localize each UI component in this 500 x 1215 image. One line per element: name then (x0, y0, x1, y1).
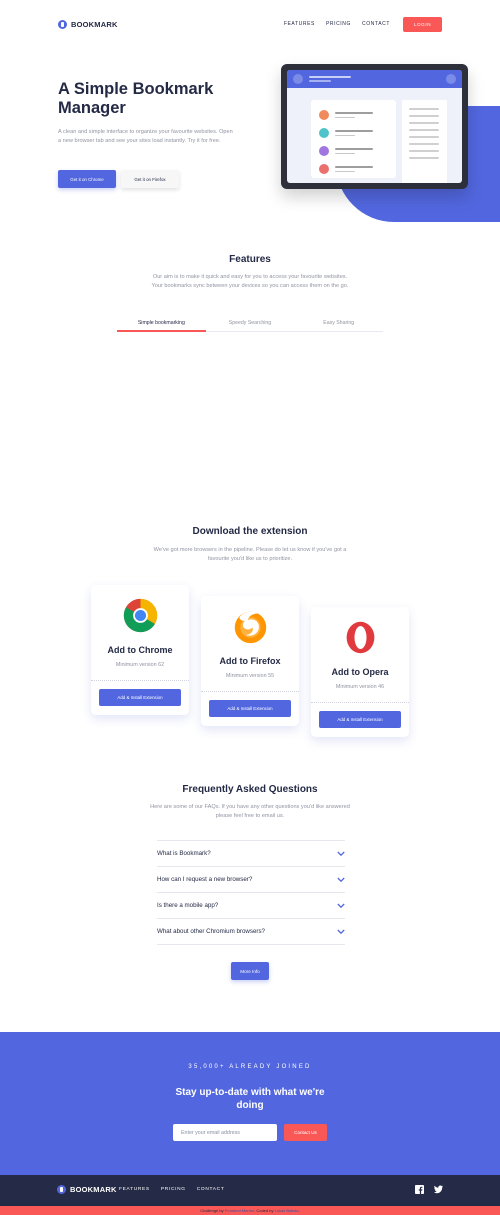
bookmark-row (319, 110, 373, 120)
email-input[interactable] (173, 1124, 277, 1141)
chevron-down-icon[interactable] (337, 929, 345, 935)
newsletter-title: Stay up-to-date with what we're doing (175, 1087, 325, 1111)
nav-pricing[interactable]: PRICING (326, 21, 351, 27)
install-firefox-button[interactable]: Add & Install Extension (209, 700, 291, 717)
tab-easy-sharing[interactable]: Easy Sharing (294, 316, 383, 331)
chevron-down-icon[interactable] (337, 851, 345, 857)
dotted-divider (201, 691, 299, 692)
attribution-middle: . Coded by (254, 1208, 274, 1213)
screen-bar-line (309, 76, 351, 78)
login-button[interactable]: LOGIN (403, 16, 442, 32)
features-tabs: Simple bookmarking Speedy Searching Easy… (117, 316, 383, 332)
sidebar-card (402, 100, 447, 183)
card-title: Add to Chrome (107, 645, 173, 655)
nav-features[interactable]: FEATURES (284, 21, 315, 27)
install-opera-button[interactable]: Add & Install Extension (319, 711, 401, 728)
dotted-divider (311, 702, 409, 703)
dotted-divider (91, 680, 189, 681)
site-footer: BOOKMARK FEATURES PRICING CONTACT (0, 1175, 500, 1206)
card-min-version: Minimum version 55 (225, 673, 275, 679)
site-header: BOOKMARK FEATURES PRICING CONTACT LOGIN (58, 14, 442, 34)
screen-menu-dot (446, 74, 456, 84)
faq-item[interactable]: What about other Chromium browsers? (157, 919, 345, 945)
frontend-mentor-link[interactable]: Frontend Mentor (225, 1208, 254, 1213)
contact-us-button[interactable]: Contact Us (284, 1124, 327, 1141)
card-min-version: Minimum version 46 (335, 684, 385, 690)
opera-icon (346, 621, 375, 654)
newsletter-section: 35,000+ ALREADY JOINED Stay up-to-date w… (0, 1032, 500, 1175)
more-info-button[interactable]: More Info (231, 962, 269, 980)
chevron-down-icon[interactable] (337, 877, 345, 883)
opera-extension-card: Add to Opera Minimum version 46 Add & In… (311, 607, 409, 737)
bookmark-row (319, 128, 373, 138)
bookmark-logo-icon (57, 1185, 66, 1194)
footer-logo[interactable]: BOOKMARK (57, 1185, 117, 1194)
features-description: Our aim is to make it quick and easy for… (151, 274, 349, 289)
faq-title: Frequently Asked Questions (182, 784, 318, 795)
faq-list: What is Bookmark? How can I request a ne… (157, 840, 345, 945)
hero-tablet-illustration (281, 64, 468, 189)
nav-contact[interactable]: CONTACT (362, 21, 390, 27)
faq-item[interactable]: Is there a mobile app? (157, 893, 345, 919)
bookmark-row (319, 146, 373, 156)
bookmark-row (319, 164, 373, 174)
faq-question: What is Bookmark? (157, 850, 211, 857)
download-description: We've got more browsers in the pipeline.… (153, 547, 347, 562)
bookmark-logo-icon (58, 19, 67, 29)
faq-description: Here are some of our FAQs. If you have a… (150, 804, 350, 819)
get-chrome-button[interactable]: Get it on Chrome (58, 170, 116, 188)
hero-description: A clean and simple interface to organize… (58, 129, 233, 144)
twitter-icon[interactable] (434, 1185, 443, 1194)
footer-logo-text: BOOKMARK (70, 1185, 117, 1194)
bookmark-list-card (311, 100, 396, 178)
faq-question: What about other Chromium browsers? (157, 928, 265, 935)
hero-title: A Simple Bookmark Manager (58, 80, 214, 117)
screen-avatar-dot (293, 74, 303, 84)
joined-count: 35,000+ ALREADY JOINED (188, 1064, 312, 1070)
card-title: Add to Opera (331, 667, 389, 677)
footer-nav: FEATURES PRICING CONTACT (119, 1187, 224, 1192)
footer-nav-pricing[interactable]: PRICING (161, 1187, 186, 1192)
facebook-icon[interactable] (415, 1185, 424, 1194)
attribution-prefix: Challenge by (200, 1208, 224, 1213)
logo[interactable]: BOOKMARK (58, 19, 118, 29)
install-chrome-button[interactable]: Add & Install Extension (99, 689, 181, 706)
faq-item[interactable]: What is Bookmark? (157, 841, 345, 867)
main-nav: FEATURES PRICING CONTACT LOGIN (273, 16, 442, 32)
download-title: Download the extension (192, 526, 308, 537)
attribution-suffix: . (298, 1208, 300, 1213)
logo-text: BOOKMARK (71, 19, 118, 29)
footer-nav-features[interactable]: FEATURES (119, 1187, 150, 1192)
firefox-icon (234, 611, 267, 644)
get-firefox-button[interactable]: Get it on Firefox (121, 170, 179, 188)
tablet-screen-bar (287, 70, 462, 88)
chrome-icon (123, 598, 158, 633)
screen-bar-line (309, 80, 331, 82)
faq-item[interactable]: How can I request a new browser? (157, 867, 345, 893)
card-min-version: Minimum version 62 (115, 662, 165, 668)
tab-simple-bookmarking[interactable]: Simple bookmarking (117, 316, 206, 332)
chevron-down-icon[interactable] (337, 903, 345, 909)
features-title: Features (229, 254, 271, 265)
hero-buttons: Get it on Chrome Get it on Firefox (58, 170, 179, 188)
tab-speedy-searching[interactable]: Speedy Searching (206, 316, 295, 331)
attribution-bar: Challenge by Frontend Mentor. Coded by L… (0, 1206, 500, 1215)
tablet-screen (287, 70, 462, 183)
card-title: Add to Firefox (219, 656, 281, 666)
firefox-extension-card: Add to Firefox Minimum version 55 Add & … (201, 596, 299, 726)
footer-nav-contact[interactable]: CONTACT (197, 1187, 225, 1192)
faq-question: How can I request a new browser? (157, 876, 253, 883)
author-link[interactable]: Lukas Batista (275, 1208, 299, 1213)
chrome-extension-card: Add to Chrome Minimum version 62 Add & I… (91, 585, 189, 715)
faq-question: Is there a mobile app? (157, 902, 219, 909)
